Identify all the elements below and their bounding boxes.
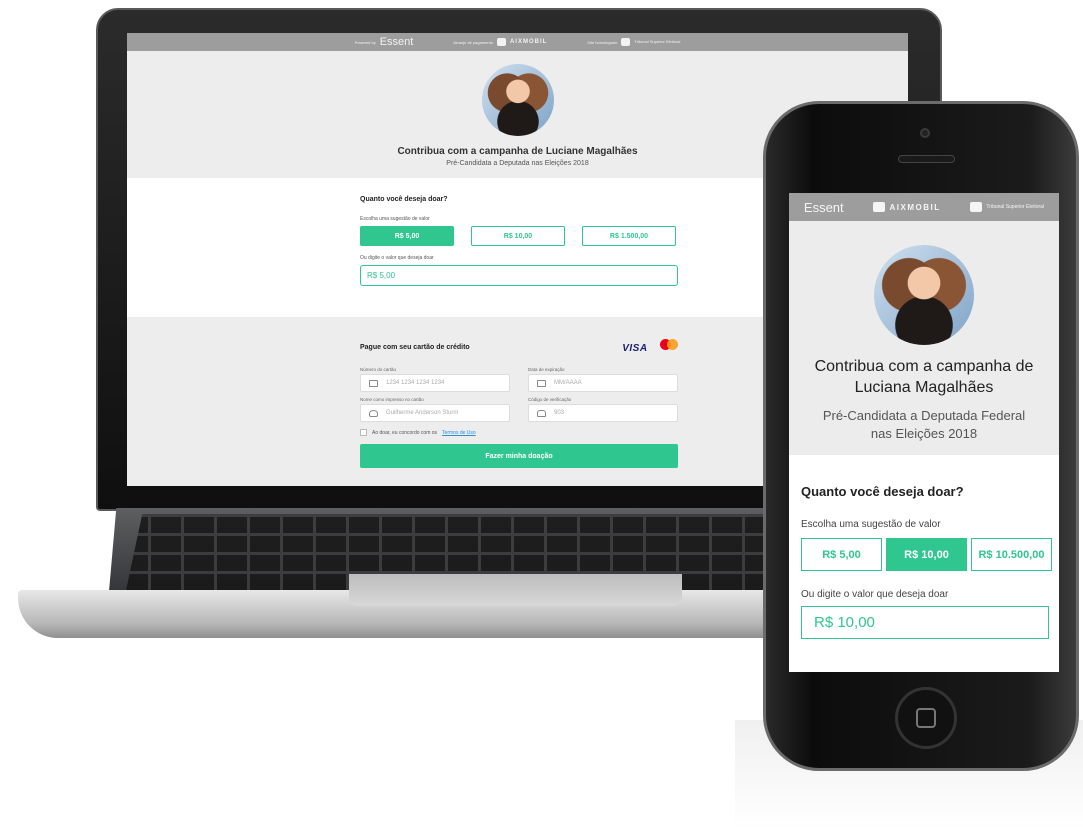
- card-number-input[interactable]: 1234 1234 1234 1234: [360, 374, 510, 392]
- shield-icon: [873, 202, 886, 212]
- card-number-label: Número do cartão: [360, 367, 397, 372]
- cardholder-name-label: Nome como impresso no cartão: [360, 397, 424, 402]
- speaker-grille: [898, 155, 955, 163]
- essent-logo: Essent: [379, 36, 414, 48]
- candidate-avatar: [481, 64, 554, 136]
- submit-donation-button[interactable]: Fazer minha doação: [360, 444, 678, 468]
- amount-option-button[interactable]: R$ 5,00: [801, 538, 882, 571]
- phone-screen: Essent AIXMOBIL Tribunal Superior Eleito…: [789, 193, 1059, 672]
- phone-topbar: Essent AIXMOBIL Tribunal Superior Eleito…: [789, 193, 1059, 221]
- suggest-label: Escolha uma sugestão de valor: [801, 519, 941, 530]
- tse-logo: Tribunal Superior Eleitoral: [986, 203, 1045, 210]
- amount-option-button[interactable]: R$ 10,00: [886, 538, 967, 571]
- cvv-input[interactable]: 903: [528, 404, 678, 422]
- tse-flag-icon: [621, 38, 631, 46]
- tse-logo: Tribunal Superior Eleitoral: [634, 39, 681, 44]
- lock-icon: [537, 409, 546, 417]
- custom-amount-label: Ou digite o valor que deseja doar: [801, 589, 949, 600]
- cvv-label: Código de verificação: [528, 397, 572, 402]
- terms-checkbox[interactable]: [360, 429, 367, 436]
- home-square-icon: [916, 708, 936, 728]
- mastercard-icon: [660, 339, 678, 351]
- amount-option-button[interactable]: R$ 5,00: [360, 226, 454, 246]
- laptop-trackpad: [349, 574, 682, 606]
- phone-hero: Contribua com a campanha de Luciana Maga…: [789, 221, 1059, 455]
- payment-arrangement-label: Arranjo de pagamento: [453, 39, 493, 45]
- page-title: Contribua com a campanha de Luciana Maga…: [814, 358, 1034, 396]
- camera-icon: [920, 128, 930, 138]
- tse-flag-icon: [970, 202, 983, 212]
- visa-logo: VISA: [622, 343, 648, 354]
- amount-option-button[interactable]: R$ 1.500,00: [582, 226, 676, 246]
- home-button[interactable]: [895, 687, 957, 749]
- terms-link[interactable]: Termos de Uso: [442, 430, 476, 436]
- essent-logo: Essent: [803, 199, 844, 215]
- expiry-input[interactable]: MM/AAAA: [528, 374, 678, 392]
- page-subtitle: Pré-Candidata a Deputada Federal nas Ele…: [822, 408, 1026, 441]
- custom-amount-input[interactable]: R$ 10,00: [801, 606, 1049, 639]
- user-icon: [369, 409, 378, 417]
- cardholder-name-input[interactable]: Guilherme Anderson Sturm: [360, 404, 510, 422]
- shield-icon: [496, 38, 506, 46]
- powered-by-label: Powered by: [354, 39, 376, 45]
- custom-amount-input[interactable]: R$ 5,00: [360, 265, 678, 286]
- expiry-label: Data de expiração: [528, 367, 565, 372]
- payment-heading: Pague com seu cartão de crédito: [360, 343, 470, 351]
- homologated-site-label: Site homologado: [587, 39, 618, 45]
- laptop-topbar: Powered by Essent Arranjo de pagamento A…: [127, 33, 908, 51]
- aixmobil-logo: AIXMOBIL: [889, 202, 941, 212]
- terms-text: Ao doar, eu concordo com os: [372, 429, 438, 436]
- donation-amount-section: Quanto você deseja doar? Escolha uma sug…: [789, 455, 1059, 672]
- aixmobil-logo: AIXMOBIL: [509, 39, 548, 45]
- amount-option-button[interactable]: R$ 10,00: [471, 226, 565, 246]
- calendar-icon: [537, 379, 546, 387]
- amount-heading: Quanto você deseja doar?: [801, 484, 964, 499]
- credit-card-icon: [369, 379, 378, 387]
- candidate-avatar: [874, 245, 974, 345]
- amount-option-button[interactable]: R$ 10.500,00: [971, 538, 1052, 571]
